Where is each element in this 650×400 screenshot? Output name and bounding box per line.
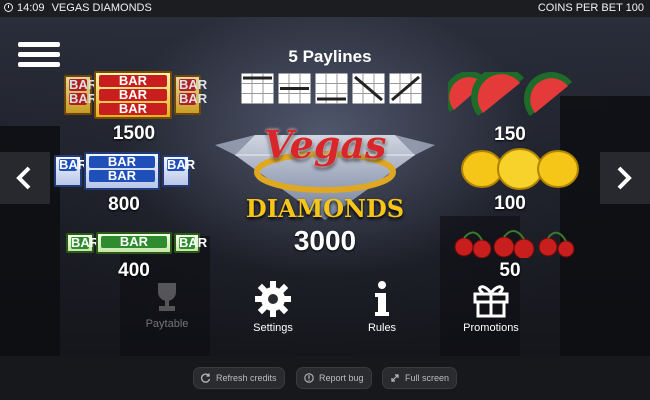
bar-label: BAR bbox=[59, 157, 88, 172]
fullscreen-button[interactable]: Full screen bbox=[382, 367, 457, 389]
bar-label: BAR bbox=[167, 157, 196, 172]
fullscreen-label: Full screen bbox=[405, 373, 450, 383]
bar-label: BAR bbox=[69, 77, 98, 92]
prev-page-button[interactable] bbox=[0, 152, 50, 204]
bar-label: BAR bbox=[179, 235, 208, 250]
payline-3-icon bbox=[315, 73, 348, 104]
bar-label: BAR bbox=[99, 74, 167, 87]
status-bar: 14:09 VEGAS DIAMONDS COINS PER BET 100 bbox=[0, 0, 650, 17]
payout-value: 50 bbox=[499, 260, 521, 281]
payout-value: 800 bbox=[108, 194, 140, 215]
status-left: 14:09 VEGAS DIAMONDS bbox=[4, 0, 152, 17]
symbol-triple-bar: BAR BAR BAR BAR BAR BAR BAR bbox=[64, 71, 208, 119]
settings-label: Settings bbox=[253, 322, 293, 334]
bar-tile-back: BAR bbox=[174, 233, 208, 253]
report-label: Report bug bbox=[319, 373, 364, 383]
refresh-label: Refresh credits bbox=[216, 373, 277, 383]
payout-value: 100 bbox=[494, 193, 526, 214]
paylines-title: 5 Paylines bbox=[288, 47, 372, 66]
chevron-left-icon bbox=[16, 166, 31, 190]
clock-icon bbox=[4, 3, 13, 12]
bar-tile-back: BAR bbox=[162, 155, 196, 187]
promotions-label: Promotions bbox=[463, 322, 519, 334]
paytable-nav-button[interactable]: Paytable bbox=[132, 280, 202, 330]
paytable-label: Paytable bbox=[145, 318, 189, 330]
bar-label: BAR bbox=[101, 235, 167, 248]
hamburger-menu-icon[interactable] bbox=[18, 42, 60, 72]
bar-tile-back: BAR BAR bbox=[174, 75, 208, 115]
lemon-icon bbox=[461, 148, 579, 190]
expand-icon bbox=[391, 374, 399, 382]
next-page-button[interactable] bbox=[600, 152, 650, 204]
bar-label: BAR bbox=[89, 169, 155, 182]
payline-5-icon bbox=[389, 73, 422, 104]
chevron-right-icon bbox=[617, 166, 632, 190]
rules-label: Rules bbox=[367, 322, 397, 334]
bar-tile-front: BAR BAR BAR bbox=[94, 71, 172, 119]
payout-value: 400 bbox=[118, 260, 150, 281]
bar-tile-front: BAR bbox=[96, 232, 172, 254]
payout-value: 1500 bbox=[112, 123, 156, 144]
report-bug-button[interactable]: Report bug bbox=[296, 367, 372, 389]
payout-value-jackpot: 3000 bbox=[293, 225, 357, 256]
symbol-double-bar: BAR BAR BAR BAR bbox=[54, 152, 196, 190]
bar-tile-back: BAR bbox=[54, 155, 88, 187]
payline-4-icon bbox=[352, 73, 385, 104]
promotions-nav-button[interactable]: Promotions bbox=[454, 280, 528, 334]
game-title: VEGAS DIAMONDS bbox=[51, 2, 152, 14]
warning-icon bbox=[304, 373, 314, 383]
cherry-icon bbox=[454, 230, 575, 258]
gear-icon bbox=[255, 281, 291, 317]
coins-per-bet: COINS PER BET 100 bbox=[537, 2, 644, 14]
payline-1-icon bbox=[241, 73, 274, 104]
time-label: 14:09 bbox=[17, 2, 45, 14]
gift-icon bbox=[473, 285, 509, 318]
bar-label: BAR bbox=[71, 235, 100, 250]
bar-label: BAR bbox=[69, 91, 98, 106]
watermelon-icon bbox=[448, 72, 572, 116]
bar-label: BAR bbox=[89, 155, 155, 168]
bar-label: BAR bbox=[99, 88, 167, 101]
info-icon bbox=[375, 281, 389, 316]
logo-diamonds-text: DIAMONDS bbox=[245, 194, 405, 223]
bar-label: BAR bbox=[179, 91, 208, 106]
bar-tile-front: BAR BAR bbox=[84, 152, 160, 190]
payout-value: 150 bbox=[494, 124, 526, 145]
trophy-icon bbox=[158, 283, 176, 311]
vegas-diamonds-logo: Vegas DIAMONDS bbox=[200, 110, 450, 230]
symbol-single-bar: BAR BAR BAR bbox=[66, 232, 208, 254]
bar-label: BAR bbox=[179, 77, 208, 92]
bar-label: BAR bbox=[99, 102, 167, 115]
logo-vegas-text: Vegas bbox=[263, 122, 387, 167]
rules-nav-button[interactable]: Rules bbox=[347, 280, 417, 334]
bar-tile-back: BAR bbox=[66, 233, 100, 253]
payline-2-icon bbox=[278, 73, 311, 104]
refresh-icon bbox=[201, 373, 211, 383]
settings-nav-button[interactable]: Settings bbox=[238, 280, 308, 334]
bar-tile-back: BAR BAR bbox=[64, 75, 98, 115]
refresh-credits-button[interactable]: Refresh credits bbox=[193, 367, 285, 389]
